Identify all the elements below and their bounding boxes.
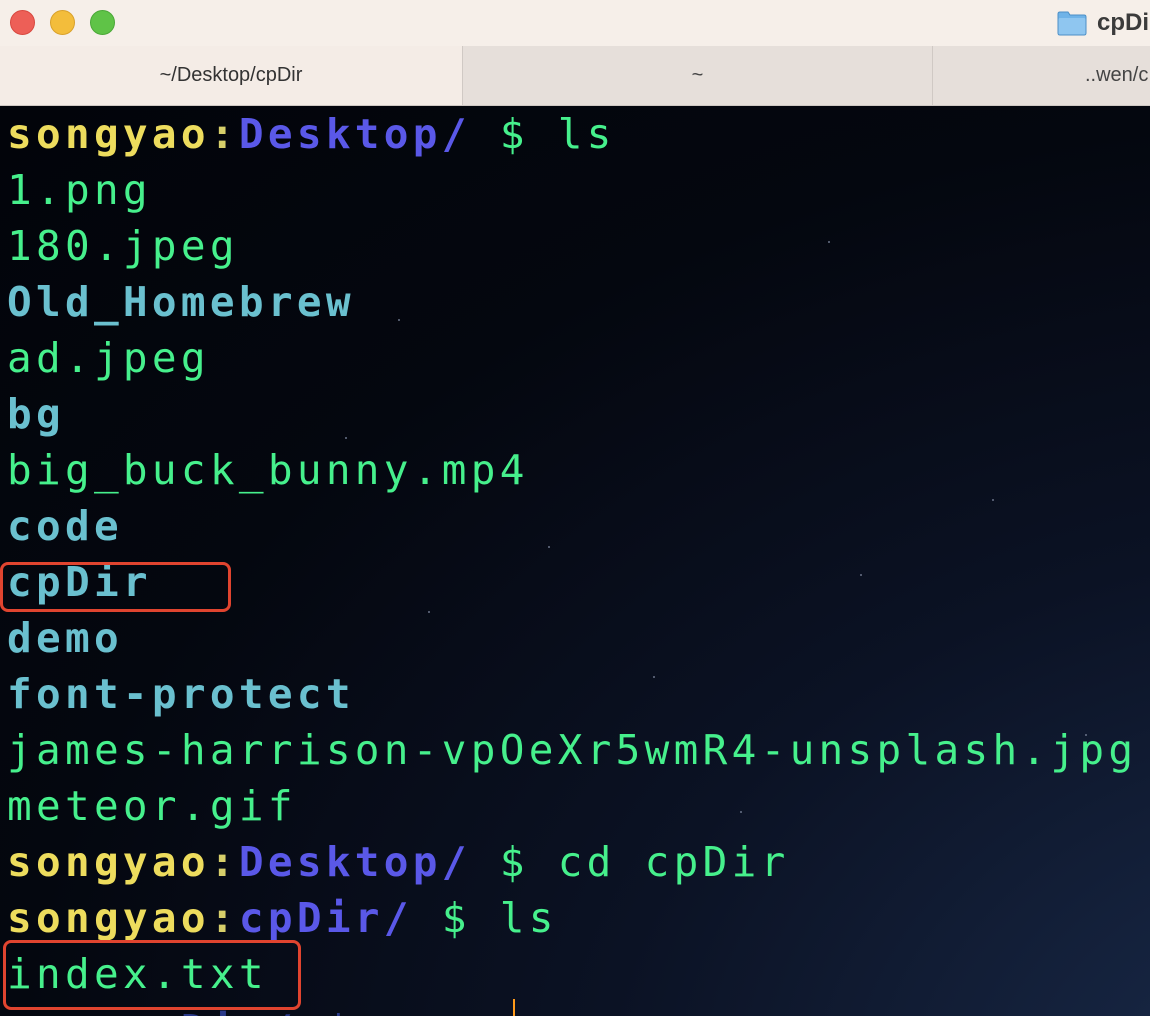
listing-item-directory: font-protect <box>7 670 355 718</box>
listing-item-directory: bg <box>7 390 65 438</box>
listing-item-file: 1.png <box>7 166 152 214</box>
prompt-user: songyao <box>7 110 210 158</box>
listing-item-directory: code <box>7 502 123 550</box>
prompt-separator: : <box>209 110 239 158</box>
listing-item-file: big_buck_bunny.mp4 <box>7 446 529 494</box>
command-text: ls <box>557 110 616 158</box>
prompt-separator: : <box>209 838 239 886</box>
highlight-box-cpdir <box>0 562 231 612</box>
tab-desktop-cpdir[interactable]: ~/Desktop/cpDir <box>0 46 463 105</box>
listing-item-file: meteor.gif <box>7 782 297 830</box>
prompt-path: cpDir/ <box>238 894 413 942</box>
prompt-line: songyao:Desktop/ $ cd cpDir <box>7 834 1137 890</box>
window-title: cpDir <box>1057 8 1150 38</box>
tab-label: ~ <box>691 64 704 86</box>
close-button[interactable] <box>10 10 35 35</box>
window-title-text: cpDir <box>1097 9 1150 36</box>
terminal-output: songyao:Desktop/ $ ls 1.png 180.jpeg Old… <box>7 106 1137 1016</box>
prompt-symbol: $ <box>470 838 558 886</box>
command-text: ls <box>499 894 558 942</box>
terminal-view[interactable]: songyao:Desktop/ $ ls 1.png 180.jpeg Old… <box>0 106 1150 1016</box>
tab-label: ~/Desktop/cpDir <box>159 64 303 86</box>
command-text: cd cpDir <box>557 838 790 886</box>
folder-icon <box>1057 11 1087 36</box>
prompt-symbol: $ <box>470 110 558 158</box>
prompt-path: Desktop/ <box>238 838 471 886</box>
highlight-box-index-txt <box>3 940 301 1010</box>
zoom-button[interactable] <box>90 10 115 35</box>
tab-label: ..wen/c <box>1085 64 1149 86</box>
listing-item-directory: Old_Homebrew <box>7 278 355 326</box>
prompt-line: songyao:cpDir/ $ ls <box>7 890 1137 946</box>
prompt-line: songyao:Desktop/ $ ls <box>7 106 1137 162</box>
listing-item-directory: demo <box>7 614 123 662</box>
prompt-separator: : <box>209 894 239 942</box>
prompt-user: songyao <box>7 838 210 886</box>
title-bar: cpDir <box>0 0 1150 46</box>
prompt-symbol: $ <box>412 894 500 942</box>
minimize-button[interactable] <box>50 10 75 35</box>
listing-item-file: james-harrison-vpOeXr5wmR4-unsplash.jpg <box>7 726 1138 774</box>
prompt-user: songyao <box>7 894 210 942</box>
prompt-path: Desktop/ <box>238 110 471 158</box>
tab-bar: ~/Desktop/cpDir ~ ..wen/c <box>0 46 1150 106</box>
listing-item-file: 180.jpeg <box>7 222 239 270</box>
tab-wen[interactable]: ..wen/c <box>933 46 1150 105</box>
listing-item-file: ad.jpeg <box>7 334 210 382</box>
text-cursor <box>513 999 515 1016</box>
tab-home[interactable]: ~ <box>463 46 933 105</box>
